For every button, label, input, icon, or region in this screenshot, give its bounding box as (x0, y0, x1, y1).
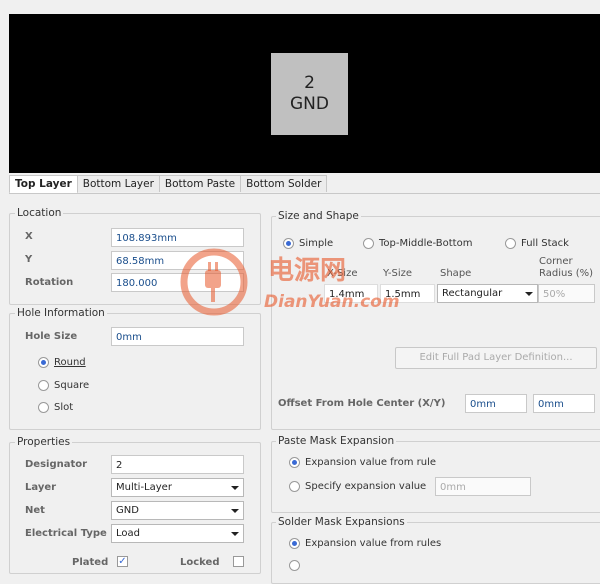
hole-round-radio[interactable]: Round (38, 357, 86, 368)
y-size-field[interactable]: 1.5mm (380, 284, 435, 303)
radio-icon (505, 238, 516, 249)
paste-specify-radio[interactable]: Specify expansion value (289, 481, 426, 492)
shape-select-value: Rectangular (442, 288, 503, 299)
location-title: Location (15, 207, 64, 219)
radio-selected-icon (283, 238, 294, 249)
tab-bottom-paste[interactable]: Bottom Paste (158, 175, 242, 192)
hole-size-field[interactable]: 0mm (111, 327, 244, 346)
hole-round-label: Round (54, 357, 86, 368)
locked-checkbox[interactable] (233, 556, 244, 567)
y-size-header: Y-Size (383, 268, 413, 279)
radio-icon (289, 481, 300, 492)
pad-net: GND (290, 94, 329, 114)
locked-label: Locked (180, 557, 220, 568)
y-field[interactable]: 68.58mm (111, 251, 244, 270)
rotation-label: Rotation (25, 277, 74, 288)
top-middle-bottom-label: Top-Middle-Bottom (379, 238, 473, 249)
tab-divider (9, 193, 600, 194)
full-stack-label: Full Stack (521, 238, 569, 249)
solder-mask-group (271, 522, 600, 584)
tab-top-layer[interactable]: Top Layer (9, 175, 78, 194)
hole-information-title: Hole Information (15, 307, 107, 319)
electrical-type-value: Load (116, 528, 140, 539)
x-field[interactable]: 108.893mm (111, 228, 244, 247)
solder-rule-radio[interactable]: Expansion value from rules (289, 538, 441, 549)
designator-field[interactable]: 2 (111, 455, 244, 474)
net-select[interactable]: GND (111, 501, 244, 520)
shape-select[interactable]: Rectangular (437, 284, 538, 303)
pad-shape[interactable]: 2 GND (271, 53, 348, 135)
electrical-type-select[interactable]: Load (111, 524, 244, 543)
rotation-field[interactable]: 180.000 (111, 273, 244, 292)
offset-label: Offset From Hole Center (X/Y) (278, 398, 446, 409)
paste-rule-label: Expansion value from rule (305, 457, 436, 468)
corner-radius-header-2: Radius (%) (539, 268, 594, 279)
offset-y-field[interactable]: 0mm (533, 394, 595, 413)
plated-checkbox[interactable]: ✓ (117, 556, 128, 567)
hole-size-label: Hole Size (25, 331, 78, 342)
hole-square-radio[interactable]: Square (38, 380, 89, 391)
radio-selected-icon (289, 457, 300, 468)
paste-specify-field[interactable]: 0mm (435, 477, 531, 496)
shape-header: Shape (440, 268, 472, 279)
layer-select-value: Multi-Layer (116, 482, 172, 493)
full-stack-radio[interactable]: Full Stack (505, 238, 569, 249)
x-size-field[interactable]: 1.4mm (324, 284, 378, 303)
paste-specify-label: Specify expansion value (305, 481, 427, 492)
top-middle-bottom-radio[interactable]: Top-Middle-Bottom (363, 238, 472, 249)
radio-icon (38, 380, 49, 391)
paste-rule-radio[interactable]: Expansion value from rule (289, 457, 436, 468)
x-size-header: X-Size (327, 268, 358, 279)
solder-rule-label: Expansion value from rules (305, 538, 442, 549)
properties-title: Properties (15, 436, 73, 448)
radio-selected-icon (38, 357, 49, 368)
designator-label: Designator (25, 459, 88, 470)
corner-radius-header-1: Corner (539, 256, 573, 267)
net-select-value: GND (116, 505, 139, 516)
net-label: Net (25, 505, 45, 516)
electrical-type-label: Electrical Type (25, 528, 107, 539)
pad-preview-canvas: 2 GND (9, 14, 600, 173)
solder-mask-title: Solder Mask Expansions (276, 516, 407, 528)
chevron-down-icon (231, 509, 239, 513)
hole-slot-label: Slot (54, 402, 74, 413)
radio-selected-icon (289, 538, 300, 549)
chevron-down-icon (231, 532, 239, 536)
chevron-down-icon (231, 486, 239, 490)
paste-mask-title: Paste Mask Expansion (276, 435, 397, 447)
radio-icon (38, 402, 49, 413)
y-label: Y (25, 254, 33, 265)
layer-tabs: Top Layer Bottom Layer Bottom Paste Bott… (9, 175, 328, 194)
pad-number: 2 (304, 73, 315, 93)
simple-label: Simple (299, 238, 334, 249)
tab-bottom-solder[interactable]: Bottom Solder (240, 175, 328, 192)
layer-select[interactable]: Multi-Layer (111, 478, 244, 497)
hole-slot-radio[interactable]: Slot (38, 402, 73, 413)
tab-bottom-layer[interactable]: Bottom Layer (76, 175, 160, 192)
offset-x-field[interactable]: 0mm (465, 394, 527, 413)
size-shape-title: Size and Shape (276, 210, 361, 222)
radio-icon (363, 238, 374, 249)
chevron-down-icon (525, 292, 533, 296)
x-label: X (25, 231, 33, 242)
layer-label: Layer (25, 482, 57, 493)
hole-square-label: Square (54, 380, 90, 391)
edit-full-pad-layer-button[interactable]: Edit Full Pad Layer Definition... (395, 347, 597, 369)
simple-radio[interactable]: Simple (283, 238, 333, 249)
corner-radius-field[interactable]: 50% (538, 284, 595, 303)
plated-label: Plated (72, 557, 109, 568)
